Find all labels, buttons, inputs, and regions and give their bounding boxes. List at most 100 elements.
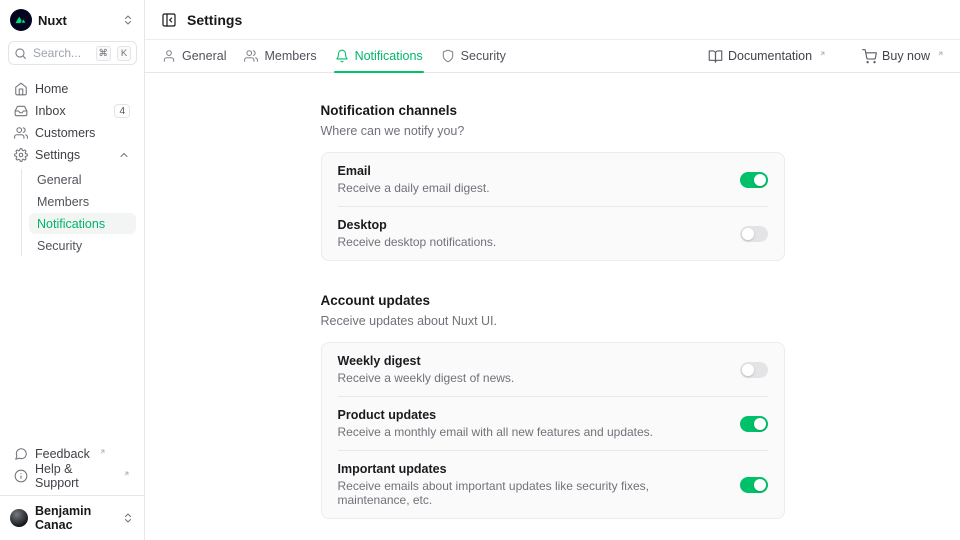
- sidebar-item-label: Notifications: [37, 217, 105, 231]
- setting-label: Email: [338, 164, 724, 178]
- setting-description: Receive emails about important updates l…: [338, 479, 724, 507]
- workspace-name: Nuxt: [38, 13, 116, 28]
- users-icon: [14, 126, 28, 140]
- external-link-icon: [123, 470, 130, 477]
- app-window: Nuxt Search... ⌘ K Home: [0, 0, 960, 540]
- important-updates-toggle[interactable]: [740, 477, 768, 493]
- gear-icon: [14, 148, 28, 162]
- tab-bar: General Members Notifications Security D…: [145, 40, 960, 73]
- inbox-icon: [14, 104, 28, 118]
- sidebar-footer: Feedback Help & Support: [0, 443, 144, 495]
- weekly-digest-toggle[interactable]: [740, 362, 768, 378]
- section-title: Notification channels: [321, 103, 785, 118]
- sidebar-item-label: Settings: [35, 148, 111, 162]
- setting-label: Product updates: [338, 408, 724, 422]
- avatar: [10, 509, 28, 527]
- tab-members[interactable]: Members: [243, 40, 317, 72]
- sidebar-item-home[interactable]: Home: [8, 78, 136, 100]
- panel-left-close-icon: [161, 12, 177, 28]
- section-account-updates: Account updates Receive updates about Nu…: [321, 293, 785, 519]
- kbd-cmd: ⌘: [96, 46, 112, 61]
- buy-now-button[interactable]: Buy now: [862, 40, 944, 72]
- setting-description: Receive a daily email digest.: [338, 181, 724, 195]
- chevron-up-down-icon: [122, 14, 134, 26]
- section-title: Account updates: [321, 293, 785, 308]
- user-menu[interactable]: Benjamin Canac: [0, 495, 144, 540]
- tab-label: Security: [461, 49, 506, 63]
- sidebar-item-label: Inbox: [35, 104, 107, 118]
- collapse-sidebar-button[interactable]: [161, 12, 177, 28]
- sidebar-item-notifications[interactable]: Notifications: [29, 213, 136, 234]
- search-placeholder: Search...: [33, 46, 90, 60]
- workspace-switcher[interactable]: Nuxt: [0, 0, 144, 36]
- setting-description: Receive a weekly digest of news.: [338, 371, 724, 385]
- sidebar-item-help-support[interactable]: Help & Support: [8, 465, 136, 487]
- setting-row-desktop: Desktop Receive desktop notifications.: [338, 206, 768, 260]
- tab-label: Members: [264, 49, 316, 63]
- tab-security[interactable]: Security: [440, 40, 507, 72]
- search-input[interactable]: Search... ⌘ K: [8, 41, 137, 65]
- chat-bubble-icon: [14, 447, 28, 461]
- setting-row-email: Email Receive a daily email digest.: [338, 153, 768, 206]
- setting-label: Important updates: [338, 462, 724, 476]
- page-header: Settings: [145, 0, 960, 40]
- setting-row-weekly-digest: Weekly digest Receive a weekly digest of…: [338, 343, 768, 396]
- sidebar-item-label: Customers: [35, 126, 130, 140]
- tabbar-spacer: [523, 40, 692, 72]
- users-icon: [244, 49, 258, 63]
- page-title: Settings: [187, 12, 242, 28]
- tab-notifications[interactable]: Notifications: [334, 40, 424, 72]
- setting-label: Weekly digest: [338, 354, 724, 368]
- sidebar-item-general[interactable]: General: [29, 169, 136, 190]
- section-description: Where can we notify you?: [321, 124, 785, 138]
- bell-icon: [335, 49, 349, 63]
- setting-description: Receive desktop notifications.: [338, 235, 724, 249]
- tab-general[interactable]: General: [161, 40, 227, 72]
- user-icon: [162, 49, 176, 63]
- setting-label: Desktop: [338, 218, 724, 232]
- setting-description: Receive a monthly email with all new fea…: [338, 425, 724, 439]
- home-icon: [14, 82, 28, 96]
- product-updates-toggle[interactable]: [740, 416, 768, 432]
- sidebar-item-inbox[interactable]: Inbox 4: [8, 100, 136, 122]
- settings-submenu: General Members Notifications Security: [21, 169, 136, 256]
- settings-card: Email Receive a daily email digest. Desk…: [321, 152, 785, 261]
- tab-label: Notifications: [355, 49, 423, 63]
- action-label: Buy now: [882, 49, 930, 63]
- sidebar-item-customers[interactable]: Customers: [8, 122, 136, 144]
- action-label: Documentation: [728, 49, 812, 63]
- desktop-toggle[interactable]: [740, 226, 768, 242]
- sidebar-item-label: Help & Support: [35, 462, 114, 490]
- sidebar-item-security[interactable]: Security: [29, 235, 136, 256]
- sidebar-item-members[interactable]: Members: [29, 191, 136, 212]
- chevron-up-icon: [118, 149, 130, 161]
- inbox-count-badge: 4: [114, 104, 130, 118]
- shield-icon: [441, 49, 455, 63]
- sidebar-item-label: Feedback: [35, 447, 90, 461]
- tab-label: General: [182, 49, 226, 63]
- external-link-icon: [99, 448, 106, 455]
- external-link-icon: [819, 50, 826, 57]
- user-name: Benjamin Canac: [35, 504, 115, 532]
- search-icon: [14, 47, 27, 60]
- info-circle-icon: [14, 469, 28, 483]
- sidebar-item-settings[interactable]: Settings: [8, 144, 136, 166]
- email-toggle[interactable]: [740, 172, 768, 188]
- sidebar-item-label: General: [37, 173, 81, 187]
- setting-row-important-updates: Important updates Receive emails about i…: [338, 450, 768, 518]
- settings-card: Weekly digest Receive a weekly digest of…: [321, 342, 785, 519]
- external-link-icon: [937, 50, 944, 57]
- sidebar-item-label: Security: [37, 239, 82, 253]
- section-description: Receive updates about Nuxt UI.: [321, 314, 785, 328]
- documentation-button[interactable]: Documentation: [708, 40, 826, 72]
- sidebar-item-label: Home: [35, 82, 130, 96]
- section-notification-channels: Notification channels Where can we notif…: [321, 103, 785, 261]
- cart-icon: [862, 49, 877, 64]
- sidebar-nav: Home Inbox 4 Customers Settings: [0, 69, 144, 256]
- chevron-up-down-icon: [122, 512, 134, 524]
- nuxt-logo-icon: [10, 9, 32, 31]
- book-icon: [708, 49, 723, 64]
- main-panel: Settings General Members Notifications S…: [145, 0, 960, 540]
- sidebar-spacer: [0, 256, 144, 443]
- setting-row-product-updates: Product updates Receive a monthly email …: [338, 396, 768, 450]
